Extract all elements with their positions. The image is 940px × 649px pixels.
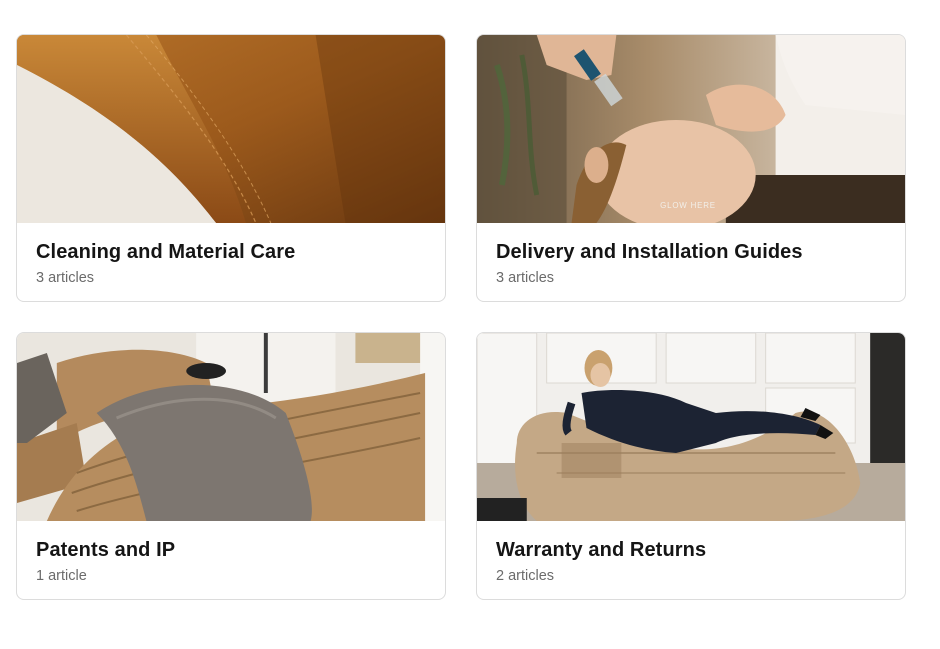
card-image-leather-seam	[17, 35, 445, 223]
image-overlay-text: GLOW HERE	[660, 201, 716, 210]
card-title: Warranty and Returns	[496, 539, 707, 561]
category-card-delivery[interactable]: GLOW HERE Delivery and Installation Guid…	[476, 34, 906, 302]
article-count: 3 articles	[496, 270, 555, 286]
article-count: 2 articles	[496, 568, 555, 584]
category-card-warranty[interactable]: Warranty and Returns 2 articles	[476, 332, 906, 600]
card-image-facial-treatment: GLOW HERE	[477, 35, 905, 223]
card-title: Delivery and Installation Guides	[496, 241, 803, 263]
article-count: 1 article	[36, 568, 87, 584]
card-title: Patents and IP	[36, 539, 176, 561]
category-card-patents[interactable]: Patents and IP 1 article	[16, 332, 446, 600]
card-image-loungers	[17, 333, 445, 521]
card-title: Cleaning and Material Care	[36, 241, 296, 263]
card-image-woman-on-lounger	[477, 333, 905, 521]
article-count: 3 articles	[36, 270, 95, 286]
category-card-cleaning[interactable]: Cleaning and Material Care 3 articles	[16, 34, 446, 302]
